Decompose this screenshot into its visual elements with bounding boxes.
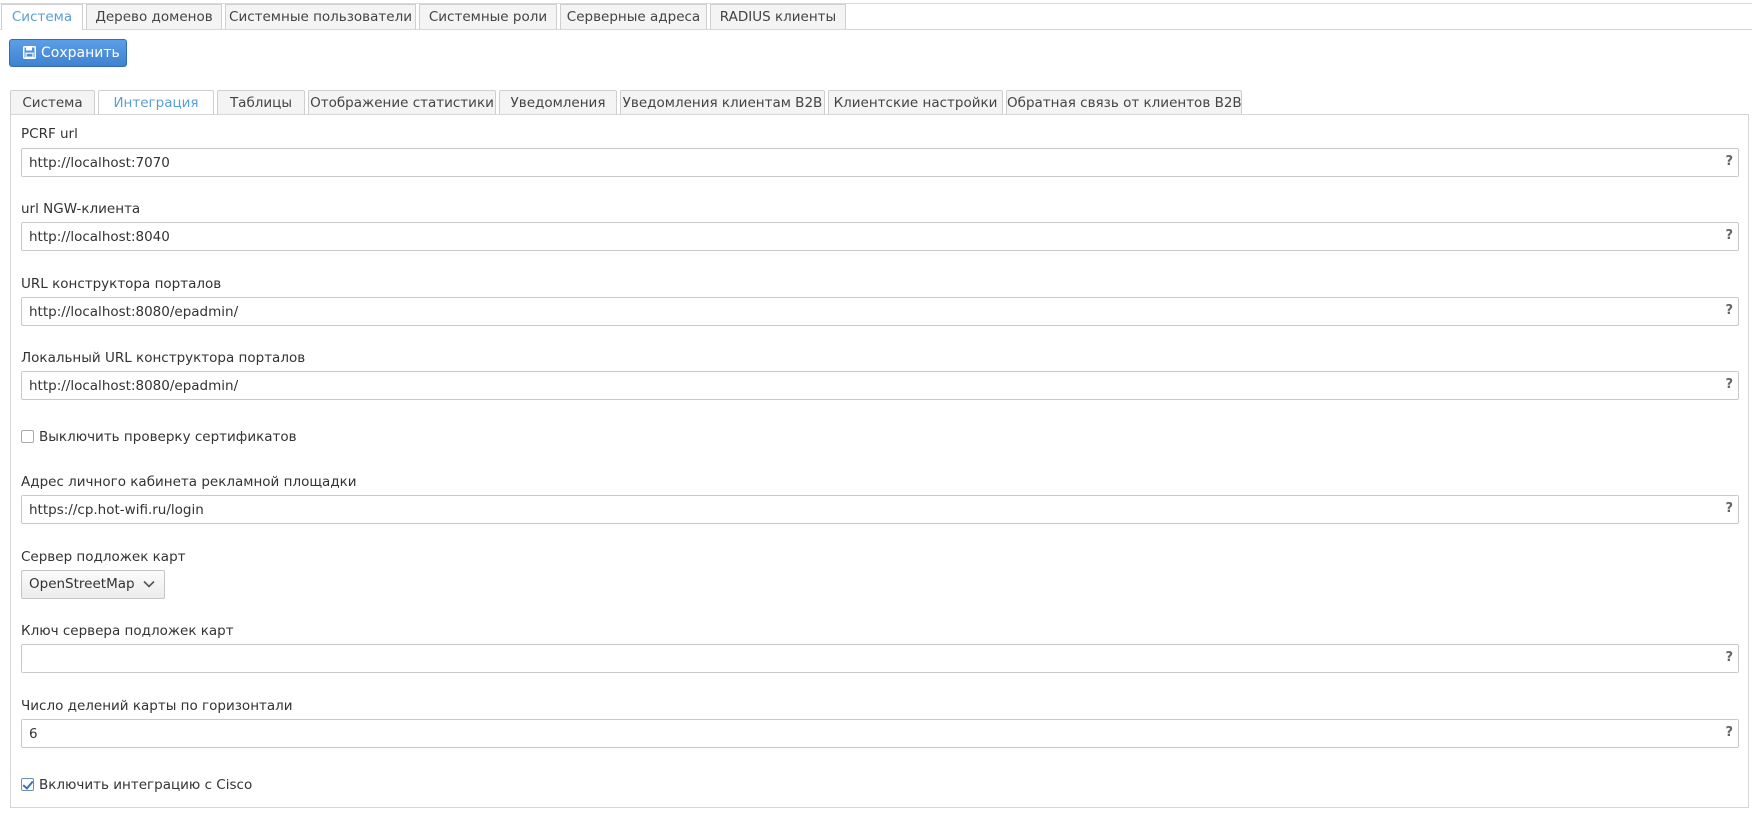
integration-settings-panel: PCRF url ? url NGW-клиента ? URL констру… (10, 114, 1749, 808)
subtab-tables[interactable]: Таблицы (217, 90, 305, 115)
cisco-integration-label: Включить интеграцию с Cisco (39, 777, 253, 793)
map-tile-key-label: Ключ сервера подложек карт (21, 623, 234, 639)
help-icon[interactable]: ? (1725, 377, 1733, 392)
subtab-b2b-notifications[interactable]: Уведомления клиентам B2B (620, 90, 825, 115)
ngw-url-input[interactable] (22, 223, 1709, 250)
local-portal-builder-url-input[interactable] (22, 372, 1709, 399)
save-button-label: Сохранить (41, 45, 120, 61)
tab-system-roles[interactable]: Системные роли (419, 4, 557, 29)
help-icon[interactable]: ? (1725, 650, 1733, 665)
cisco-integration-checkbox[interactable] (21, 778, 34, 791)
chevron-down-icon (143, 580, 155, 588)
subtab-client-settings[interactable]: Клиентские настройки (828, 90, 1003, 115)
map-h-divisions-field[interactable]: ? (21, 719, 1739, 748)
portal-builder-url-label: URL конструктора порталов (21, 276, 222, 292)
disable-cert-check-checkbox[interactable] (21, 430, 34, 443)
local-portal-builder-url-field[interactable]: ? (21, 371, 1739, 400)
help-icon[interactable]: ? (1725, 501, 1733, 516)
subtab-statistics-display[interactable]: Отображение статистики (308, 90, 496, 115)
map-tile-server-label: Сервер подложек карт (21, 549, 186, 565)
map-h-divisions-input[interactable] (22, 720, 1709, 747)
cisco-integration-row[interactable]: Включить интеграцию с Cisco (21, 777, 252, 793)
ngw-url-label: url NGW-клиента (21, 201, 141, 217)
help-icon[interactable]: ? (1725, 154, 1733, 169)
pcrf-url-label: PCRF url (21, 126, 78, 142)
portal-builder-url-input[interactable] (22, 298, 1709, 325)
map-tile-server-value: OpenStreetMap (29, 576, 135, 592)
top-tab-bar: Система Дерево доменов Системные пользов… (0, 4, 1752, 30)
disable-cert-check-label: Выключить проверку сертификатов (39, 429, 297, 445)
map-tile-key-field[interactable]: ? (21, 644, 1739, 673)
tab-system[interactable]: Система (1, 4, 83, 30)
ngw-url-field[interactable]: ? (21, 222, 1739, 251)
map-h-divisions-label: Число делений карты по горизонтали (21, 698, 293, 714)
tab-server-addresses[interactable]: Серверные адреса (560, 4, 707, 29)
map-tile-server-select[interactable]: OpenStreetMap (21, 570, 165, 599)
ad-cabinet-url-label: Адрес личного кабинета рекламной площадк… (21, 474, 357, 490)
help-icon[interactable]: ? (1725, 228, 1733, 243)
subtab-integration[interactable]: Интеграция (98, 90, 214, 116)
help-icon[interactable]: ? (1725, 303, 1733, 318)
map-tile-key-input[interactable] (22, 645, 1709, 672)
ad-cabinet-url-input[interactable] (22, 496, 1709, 523)
disable-cert-check-row[interactable]: Выключить проверку сертификатов (21, 429, 297, 445)
tab-system-users[interactable]: Системные пользователи (225, 4, 416, 29)
subtab-system[interactable]: Система (10, 90, 95, 115)
tab-radius-clients[interactable]: RADIUS клиенты (710, 4, 846, 29)
settings-tab-bar: Система Интеграция Таблицы Отображение с… (10, 90, 1750, 116)
tab-domain-tree[interactable]: Дерево доменов (86, 4, 222, 29)
subtab-b2b-feedback[interactable]: Обратная связь от клиентов B2B (1006, 90, 1242, 115)
pcrf-url-input[interactable] (22, 149, 1709, 176)
subtab-notifications[interactable]: Уведомления (499, 90, 617, 115)
floppy-disk-icon (23, 46, 36, 59)
save-button[interactable]: Сохранить (9, 39, 127, 67)
ad-cabinet-url-field[interactable]: ? (21, 495, 1739, 524)
help-icon[interactable]: ? (1725, 725, 1733, 740)
portal-builder-url-field[interactable]: ? (21, 297, 1739, 326)
pcrf-url-field[interactable]: ? (21, 148, 1739, 177)
local-portal-builder-url-label: Локальный URL конструктора порталов (21, 350, 306, 366)
